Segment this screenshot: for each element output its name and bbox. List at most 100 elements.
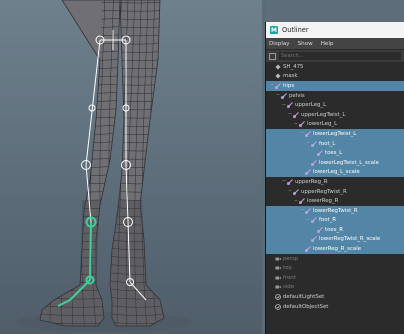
joint-icon [304,131,311,138]
mesh-edge [49,0,63,326]
joint-icon [310,236,317,243]
outliner-row[interactable]: persp [266,254,404,264]
outliner-row-label: SH_475 [283,63,304,70]
outliner-row-label: persp [283,255,299,262]
mesh-edge [40,272,120,275]
outliner-row-label: side [283,284,295,291]
joint-icon [298,198,305,205]
outliner-row[interactable]: lowerLeg_L_scale [266,167,404,178]
outliner-row-label: foot_L [319,140,336,147]
outliner-row-label: foot_R [319,217,337,224]
mesh-edge [40,190,120,193]
outliner-row-label: mask [283,73,298,80]
menu-help[interactable]: Help [321,41,334,47]
outliner-row[interactable]: − foot_L [266,138,404,149]
joint-icon [316,150,323,157]
outliner-row-label: lowerLegTwist_L [313,130,357,137]
joint-icon [280,92,287,99]
outliner-row[interactable]: − lowerLegTwist_L [266,129,404,139]
outliner-row[interactable]: − hips [266,81,404,91]
outliner-row[interactable]: − upperRegTwist_R [266,187,404,197]
joint-icon [292,111,299,118]
mesh-edge [163,0,164,326]
mesh-edge [40,198,120,201]
outliner-row-label: lowerReg_R_scale [313,246,362,253]
outliner-row-label: front [283,274,296,281]
outliner-row[interactable]: toes_R [266,225,404,235]
maya-logo-icon: M [270,26,278,34]
joint-icon [304,207,311,214]
outliner-row[interactable]: − foot_R [266,215,404,226]
outliner-row[interactable]: lowerLegTwist_L_scale [266,157,404,168]
outliner-row-label: toes_L [325,150,343,157]
outliner-search-row [266,50,404,62]
outliner-row-label: lowerRegTwist_R_scale [319,236,381,243]
viewport-3d[interactable] [0,0,262,334]
joint-icon [286,102,293,109]
outliner-titlebar[interactable]: M Outliner [266,22,404,38]
outliner-window[interactable]: M Outliner Display Show Help SH_475mask−… [265,22,404,334]
outliner-row-label: top [283,265,292,272]
mesh-edge [40,0,45,326]
outliner-row[interactable]: side [266,283,404,293]
outliner-row[interactable]: − upperLegTwist_L [266,110,404,120]
menu-display[interactable]: Display [269,41,290,47]
character-legs-mesh[interactable] [0,0,262,334]
camera-icon [275,256,281,262]
outliner-row[interactable]: toes_L [266,148,404,158]
mesh-edge [40,223,120,226]
outliner-row-label: upperLegTwist_L [301,111,346,118]
outliner-row[interactable]: − lowerLeg_L [266,120,404,130]
outliner-row[interactable]: − upperReg_R [266,177,404,187]
search-icon[interactable] [269,52,276,60]
outliner-row[interactable]: lowerRegTwist_R_scale [266,234,404,245]
outliner-row[interactable]: defaultLightSet [266,292,404,302]
mesh-edge [40,231,120,234]
joint-icon [316,227,323,233]
outliner-row[interactable]: − lowerReg_R [266,196,404,206]
mesh-edge [61,0,71,326]
camera-icon [275,265,281,271]
mesh-icon [275,64,281,70]
outliner-row-label: upperReg_R [295,178,328,185]
outliner-tree[interactable]: SH_475mask − hips − pelvis − upperLeg_L − upperL… [266,62,404,311]
joint-icon [304,169,311,176]
outliner-row[interactable]: SH_475 [266,62,404,72]
outliner-row-label: pelvis [289,92,305,99]
joint-icon [286,179,293,185]
outliner-row[interactable]: lowerReg_R_scale [266,244,404,254]
joint-icon [298,121,305,128]
mesh-edge [40,255,120,259]
outliner-row-label: hips [283,82,295,89]
mesh-edge [40,280,120,283]
joint-icon [292,188,299,195]
outliner-menubar: Display Show Help [266,38,404,50]
camera-icon [275,275,281,281]
mesh-edge [40,182,120,185]
outliner-row-label: upperLeg_L [295,102,327,109]
outliner-row[interactable]: mask [266,72,404,82]
outliner-row[interactable]: front [266,273,404,283]
joint-icon [310,217,317,224]
outliner-row-label: lowerRegTwist_R [313,207,358,214]
menu-show[interactable]: Show [298,41,313,47]
outliner-row[interactable]: − lowerRegTwist_R [266,205,404,216]
mesh-edge [40,247,120,251]
outliner-row[interactable]: − pelvis [266,91,404,101]
search-input[interactable] [279,52,401,60]
mesh-edge [40,0,54,326]
outliner-row-label: lowerLeg_L [307,121,338,128]
outliner-row[interactable]: − upperLeg_L [266,100,404,110]
outliner-row[interactable]: defaultObjectSet [266,302,404,312]
mesh-edge [40,264,120,267]
mesh-edge [40,214,120,218]
mesh-edge [40,173,120,176]
joint-icon [310,140,317,147]
outliner-row[interactable]: top [266,263,404,273]
set-icon [275,303,281,310]
outliner-row-label: lowerReg_R [307,198,339,205]
outliner-row-label: lowerLegTwist_L_scale [319,159,379,166]
joint-icon [310,159,317,166]
outliner-row-label: defaultObjectSet [283,303,329,310]
mesh-edge [15,0,36,330]
